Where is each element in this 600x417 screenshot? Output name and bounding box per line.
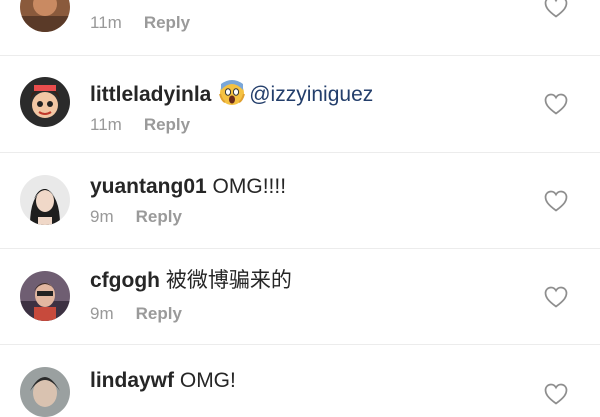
heart-icon[interactable] bbox=[544, 93, 568, 115]
comment-text: OMG! bbox=[179, 369, 236, 392]
username[interactable]: littleladyinla bbox=[90, 83, 211, 106]
reply-button[interactable]: Reply bbox=[144, 115, 190, 134]
comment-meta: 11m Reply bbox=[90, 13, 190, 33]
comment-text-line: littleladyinla @izzyiniguez bbox=[90, 80, 373, 108]
divider bbox=[0, 55, 600, 56]
comment-text-line: yuantang01 OMG!!!! bbox=[90, 174, 286, 200]
timestamp: 11m bbox=[90, 115, 122, 134]
divider bbox=[0, 344, 600, 345]
username[interactable]: cfgogh bbox=[90, 269, 160, 292]
timestamp: 11m bbox=[90, 13, 122, 32]
divider bbox=[0, 248, 600, 249]
heart-icon[interactable] bbox=[544, 383, 568, 405]
avatar[interactable] bbox=[20, 271, 70, 321]
mention-link[interactable]: @izzyiniguez bbox=[249, 83, 373, 106]
timestamp: 9m bbox=[90, 207, 114, 226]
comment-text-line: lindaywf OMG! bbox=[90, 368, 236, 394]
heart-icon[interactable] bbox=[544, 190, 568, 212]
username[interactable]: yuantang01 bbox=[90, 175, 207, 198]
divider bbox=[0, 152, 600, 153]
comment-meta: 11m Reply bbox=[90, 115, 190, 135]
reply-button[interactable]: Reply bbox=[144, 13, 190, 32]
comment-meta: 9m Reply bbox=[90, 207, 182, 227]
heart-icon[interactable] bbox=[544, 0, 568, 18]
timestamp: 9m bbox=[90, 304, 114, 323]
reply-button[interactable]: Reply bbox=[136, 207, 182, 226]
heart-icon[interactable] bbox=[544, 286, 568, 308]
avatar[interactable] bbox=[20, 0, 70, 32]
username[interactable]: lindaywf bbox=[90, 369, 174, 392]
avatar[interactable] bbox=[20, 175, 70, 225]
reply-button[interactable]: Reply bbox=[136, 304, 182, 323]
comment-text-line: cfgogh 被微博骗来的 bbox=[90, 268, 292, 294]
comment-text: 被微博骗来的 bbox=[165, 269, 292, 292]
comment-meta: 9m Reply bbox=[90, 304, 182, 324]
avatar[interactable] bbox=[20, 77, 70, 127]
avatar[interactable] bbox=[20, 367, 70, 417]
scream-emoji-icon bbox=[219, 80, 246, 105]
comment-text: OMG!!!! bbox=[212, 175, 287, 198]
